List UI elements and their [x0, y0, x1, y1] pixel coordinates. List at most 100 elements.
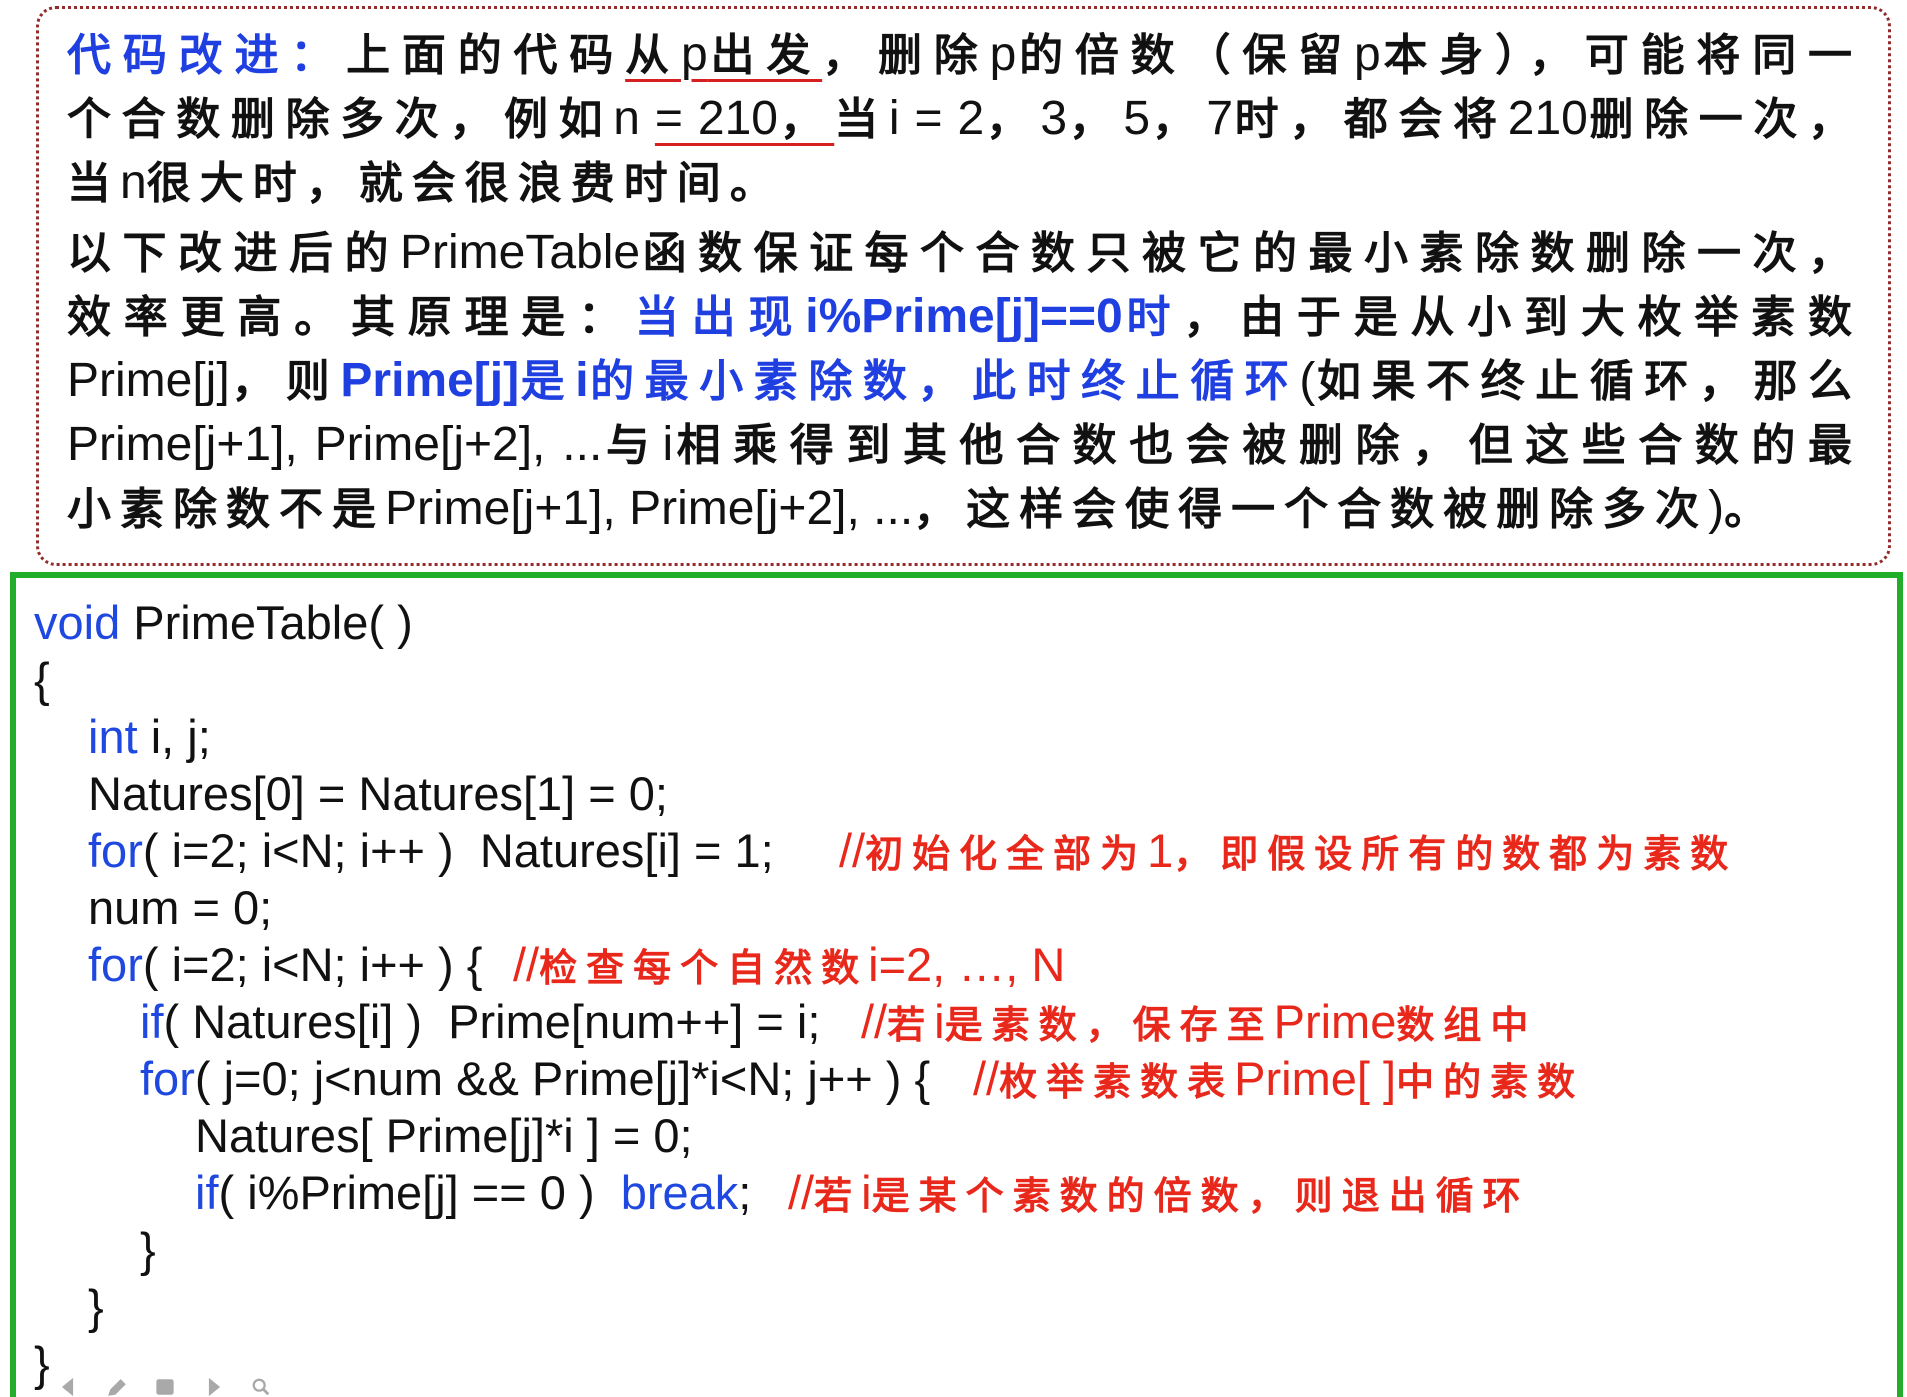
text-run: //: [839, 824, 866, 877]
code-line-13: }: [34, 1278, 1897, 1335]
text-run: 检查每个自然数: [539, 948, 869, 990]
text-run: 函数保证每个合数只被它的最小素除数删除一次，: [640, 229, 1862, 278]
explanation-line: 以下改进后的PrimeTable函数保证每个合数只被它的最小素除数删除一次，: [67, 221, 1861, 285]
text-run: 5: [1123, 92, 1151, 145]
code-text: Natures[0] = Natures[1] = 0;: [88, 767, 668, 820]
text-run: 出发: [707, 31, 823, 80]
code-comment: //枚举素数表Prime[ ]中的素数: [973, 1050, 1584, 1112]
code-text: ( Natures[i] ) Prime[num++] = i;: [163, 995, 821, 1048]
text-run: ，即假设所有的数都为素数: [1173, 834, 1738, 876]
code-box: void PrimeTable( ) { int i, j; Natures[0…: [10, 572, 1903, 1397]
text-run: n: [120, 156, 147, 209]
text-run: ，由于是从小到大枚举素数: [1183, 293, 1862, 342]
text-run: PrimeTable: [399, 226, 641, 279]
text-run: Prime[j]: [340, 354, 520, 407]
explanation-line: 代码改进：上面的代码从p出发，删除p的倍数（保留p本身），可能将同一: [67, 23, 1861, 87]
text-run: 。: [1724, 485, 1778, 534]
prose-text: ，由于是从小到大枚举素数: [1183, 293, 1861, 342]
explanation-paragraph-2: 以下改进后的PrimeTable函数保证每个合数只被它的最小素除数删除一次， 效…: [67, 221, 1861, 541]
code-line-14: }: [34, 1335, 1897, 1392]
text-run: Prime[j+1], Prime[j+2], ...: [385, 482, 914, 535]
code-text: }: [88, 1280, 104, 1333]
previous-slide-icon[interactable]: [58, 1377, 80, 1397]
text-run: Prime[j+1], Prime[j+2], ...: [67, 418, 603, 471]
prose-text: 当n很大时，就会很浪费时间。: [67, 156, 783, 209]
code-line-12: }: [34, 1221, 1897, 1278]
text-run: 从: [625, 31, 681, 80]
text-run: ，这样会使得一个合数被删除多次: [913, 485, 1709, 534]
text-run: ，删除: [822, 31, 990, 80]
text-run: p: [680, 28, 708, 81]
code-keyword: for: [140, 1052, 195, 1105]
text-run: 个合数删除多次，例如: [67, 95, 614, 144]
slides-menu-icon[interactable]: [154, 1377, 176, 1397]
text-run: ，则: [229, 357, 341, 406]
code-text: num = 0;: [88, 881, 273, 934]
text-run: 本身），可能将同一: [1380, 31, 1862, 80]
text-run: 小素除数不是: [67, 485, 385, 534]
text-run: Prime[ ]: [1234, 1052, 1397, 1105]
text-run: Prime: [1273, 995, 1397, 1048]
text-run: i%Prime[j]==0: [805, 290, 1123, 343]
explanation-paragraph-1: 代码改进：上面的代码从p出发，删除p的倍数（保留p本身），可能将同一 个合数删除…: [67, 23, 1861, 215]
text-run: 是某个素数的倍数，则退出循环: [871, 1176, 1530, 1218]
text-run: ): [1708, 482, 1725, 535]
text-run: 时: [1122, 293, 1184, 342]
text-run: (: [1299, 354, 1316, 407]
code-keyword: if: [195, 1166, 219, 1219]
zoom-icon[interactable]: [250, 1377, 272, 1397]
explanation-line: Prime[j+1], Prime[j+2], ...与i相乘得到其他合数也会被…: [67, 413, 1861, 477]
prose-text: 个合数删除多次，例如n: [67, 92, 655, 145]
code-keyword: for: [88, 938, 143, 991]
text-run: //: [788, 1166, 815, 1219]
explanation-line: Prime[j]，则Prime[j]是i的最小素除数，此时终止循环(如果不终止循…: [67, 349, 1861, 413]
text-run: 中的素数: [1396, 1062, 1585, 1104]
text-run: i=2, …, N: [868, 938, 1066, 991]
text-run: i: [575, 354, 589, 407]
underlined-text: = 210，: [655, 92, 834, 145]
explanation-line: 效率更高。其原理是：当出现i%Prime[j]==0时，由于是从小到大枚举素数: [67, 285, 1861, 349]
prose-text: Prime[j]，则: [67, 354, 340, 407]
text-run: 当: [67, 159, 120, 208]
code-line-9: for( j=0; j<num && Prime[j]*i<N; j++ ) {…: [34, 1050, 1897, 1107]
text-run: 是: [519, 357, 576, 406]
code-line-10: Natures[ Prime[j]*i ] = 0;: [34, 1107, 1897, 1164]
text-run: ，: [1150, 95, 1207, 144]
explanation-line: 个合数删除多次，例如n = 210，当i = 2，3，5，7时，都会将210删除…: [67, 87, 1861, 151]
prose-text: ，删除p的倍数（保留p本身），可能将同一: [822, 28, 1861, 81]
code-line-7: for( i=2; i<N; i++ ) {//检查每个自然数i=2, …, N: [34, 936, 1897, 993]
prose-text: (如果不终止循环，那么: [1299, 354, 1861, 407]
code-text: ( i%Prime[j] == 0 ): [218, 1166, 621, 1219]
code-text: PrimeTable( ): [120, 596, 413, 649]
pen-icon[interactable]: [106, 1377, 128, 1397]
text-run: ，: [777, 95, 835, 144]
text-run: 相乘得到其他合数也会被删除，但这些合数的最: [673, 421, 1861, 470]
code-text: Natures[ Prime[j]*i ] = 0;: [195, 1109, 693, 1162]
code-comment: //若i是素数，保存至Prime数组中: [861, 993, 1537, 1055]
code-text: }: [140, 1223, 156, 1276]
text-run: 以下改进后的: [67, 229, 400, 278]
explanation-line: 当n很大时，就会很浪费时间。: [67, 151, 1861, 215]
text-run: 的最小素除数，此时终止循环: [588, 357, 1300, 406]
code-line-8: if( Natures[i] ) Prime[num++] = i; //若i是素…: [34, 993, 1897, 1050]
text-run: i: [662, 418, 674, 471]
text-run: 是素数，保存至: [944, 1005, 1274, 1047]
text-run: 如果不终止循环，那么: [1315, 357, 1862, 406]
text-run: 7: [1206, 92, 1234, 145]
text-run: i: [934, 995, 945, 1048]
code-line-5: for( i=2; i<N; i++ ) Natures[i] = 1; //初始…: [34, 822, 1897, 879]
prose-text: 上面的代码: [346, 31, 625, 80]
code-keyword: for: [88, 824, 143, 877]
text-run: //: [973, 1052, 1000, 1105]
highlight-text: 当出现i%Prime[j]==0时: [635, 290, 1183, 343]
text-run: ，: [984, 95, 1041, 144]
code-text: }: [34, 1337, 50, 1390]
text-run: 3: [1040, 92, 1068, 145]
text-run: 很大时，就会很浪费时间。: [146, 159, 783, 208]
text-run: 上面的代码: [346, 31, 626, 80]
text-run: 当出现: [634, 293, 806, 342]
next-slide-icon[interactable]: [202, 1377, 224, 1397]
text-run: 代码改进：: [67, 31, 347, 80]
text-run: 初始化全部为: [865, 834, 1148, 876]
code-text: {: [34, 653, 50, 706]
